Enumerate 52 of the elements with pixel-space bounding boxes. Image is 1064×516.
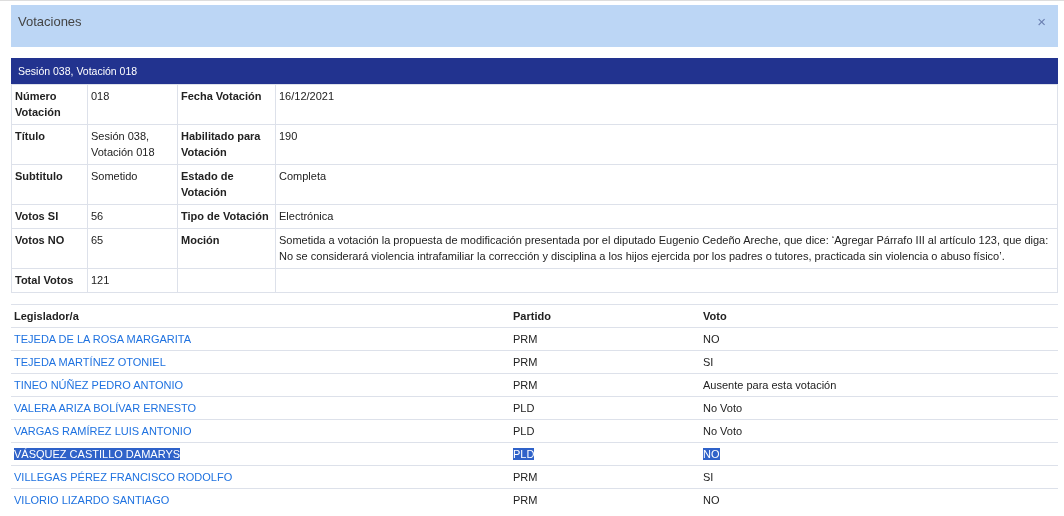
legislator-link[interactable]: VARGAS RAMÍREZ LUIS ANTONIO: [14, 425, 192, 437]
field-value: 65: [91, 234, 104, 246]
field-label: Moción: [181, 234, 220, 246]
field-value: Electrónica: [279, 210, 334, 222]
party-cell: PRM: [513, 494, 538, 506]
vote-cell: No Voto: [703, 425, 743, 437]
legislator-link[interactable]: VILLEGAS PÉREZ FRANCISCO RODOLFO: [14, 471, 233, 483]
close-button[interactable]: ×: [1037, 14, 1046, 29]
field-label: Total Votos: [15, 274, 74, 286]
field-label: Título: [15, 130, 45, 142]
legislator-link[interactable]: VÁSQUEZ CASTILLO DAMARYS: [14, 448, 181, 460]
column-header: Voto: [703, 310, 727, 322]
section-title: Sesión 038, Votación 018: [18, 65, 138, 77]
party-cell: PLD: [513, 402, 535, 414]
vote-cell: NO: [703, 494, 720, 506]
legislator-link[interactable]: TINEO NÚÑEZ PEDRO ANTONIO: [14, 379, 184, 391]
field-value: 018: [91, 90, 110, 102]
field-label: Número Votación: [15, 90, 61, 118]
legislator-link[interactable]: TEJEDA MARTÍNEZ OTONIEL: [14, 356, 166, 368]
field-value: 190: [279, 130, 298, 142]
field-value: 121: [91, 274, 110, 286]
party-cell: PLD: [513, 448, 535, 460]
vote-cell: Ausente para esta votación: [703, 379, 837, 391]
legislator-link[interactable]: TEJEDA DE LA ROSA MARGARITA: [14, 333, 192, 345]
column-header: Partido: [513, 310, 551, 322]
party-cell: PRM: [513, 471, 538, 483]
field-label: Tipo de Votación: [181, 210, 269, 222]
field-label: Habilitado para Votación: [181, 130, 261, 158]
field-label: Votos NO: [15, 234, 65, 246]
field-label: Fecha Votación: [181, 90, 262, 102]
vote-cell: NO: [703, 333, 720, 345]
party-cell: PRM: [513, 379, 538, 391]
vote-cell: SI: [703, 471, 714, 483]
dialog-title: Votaciones: [18, 14, 82, 29]
party-cell: PLD: [513, 425, 535, 437]
field-value: 16/12/2021: [279, 90, 335, 102]
column-header: Legislador/a: [14, 310, 79, 322]
field-label: Subtitulo: [15, 170, 63, 182]
field-value: Sesión 038, Votación 018: [91, 130, 155, 158]
vote-cell: SI: [703, 356, 714, 368]
party-cell: PRM: [513, 356, 538, 368]
vote-cell: NO: [703, 448, 720, 460]
field-label: Estado de Votación: [181, 170, 234, 198]
field-value: 56: [91, 210, 104, 222]
field-value: Sometida a votación la propuesta de modificación presentada por el diputado Eugenio Cedeño Areche, que dice: ‘Agregar Párrafo III al artículo 123, que diga: No se considerará violencia intrafamiliar la corrección y disciplina a los hijos ejercida por los padres o tutores, practicada sin violencia o abuso físico’.: [279, 234, 1049, 262]
field-value: Completa: [279, 170, 327, 182]
party-cell: PRM: [513, 333, 538, 345]
legislator-link[interactable]: VALERA ARIZA BOLÍVAR ERNESTO: [14, 402, 197, 414]
vote-cell: No Voto: [703, 402, 743, 414]
field-value: Sometido: [91, 170, 138, 182]
field-label: Votos SI: [15, 210, 59, 222]
legislator-link[interactable]: VILORIO LIZARDO SANTIAGO: [14, 494, 170, 506]
